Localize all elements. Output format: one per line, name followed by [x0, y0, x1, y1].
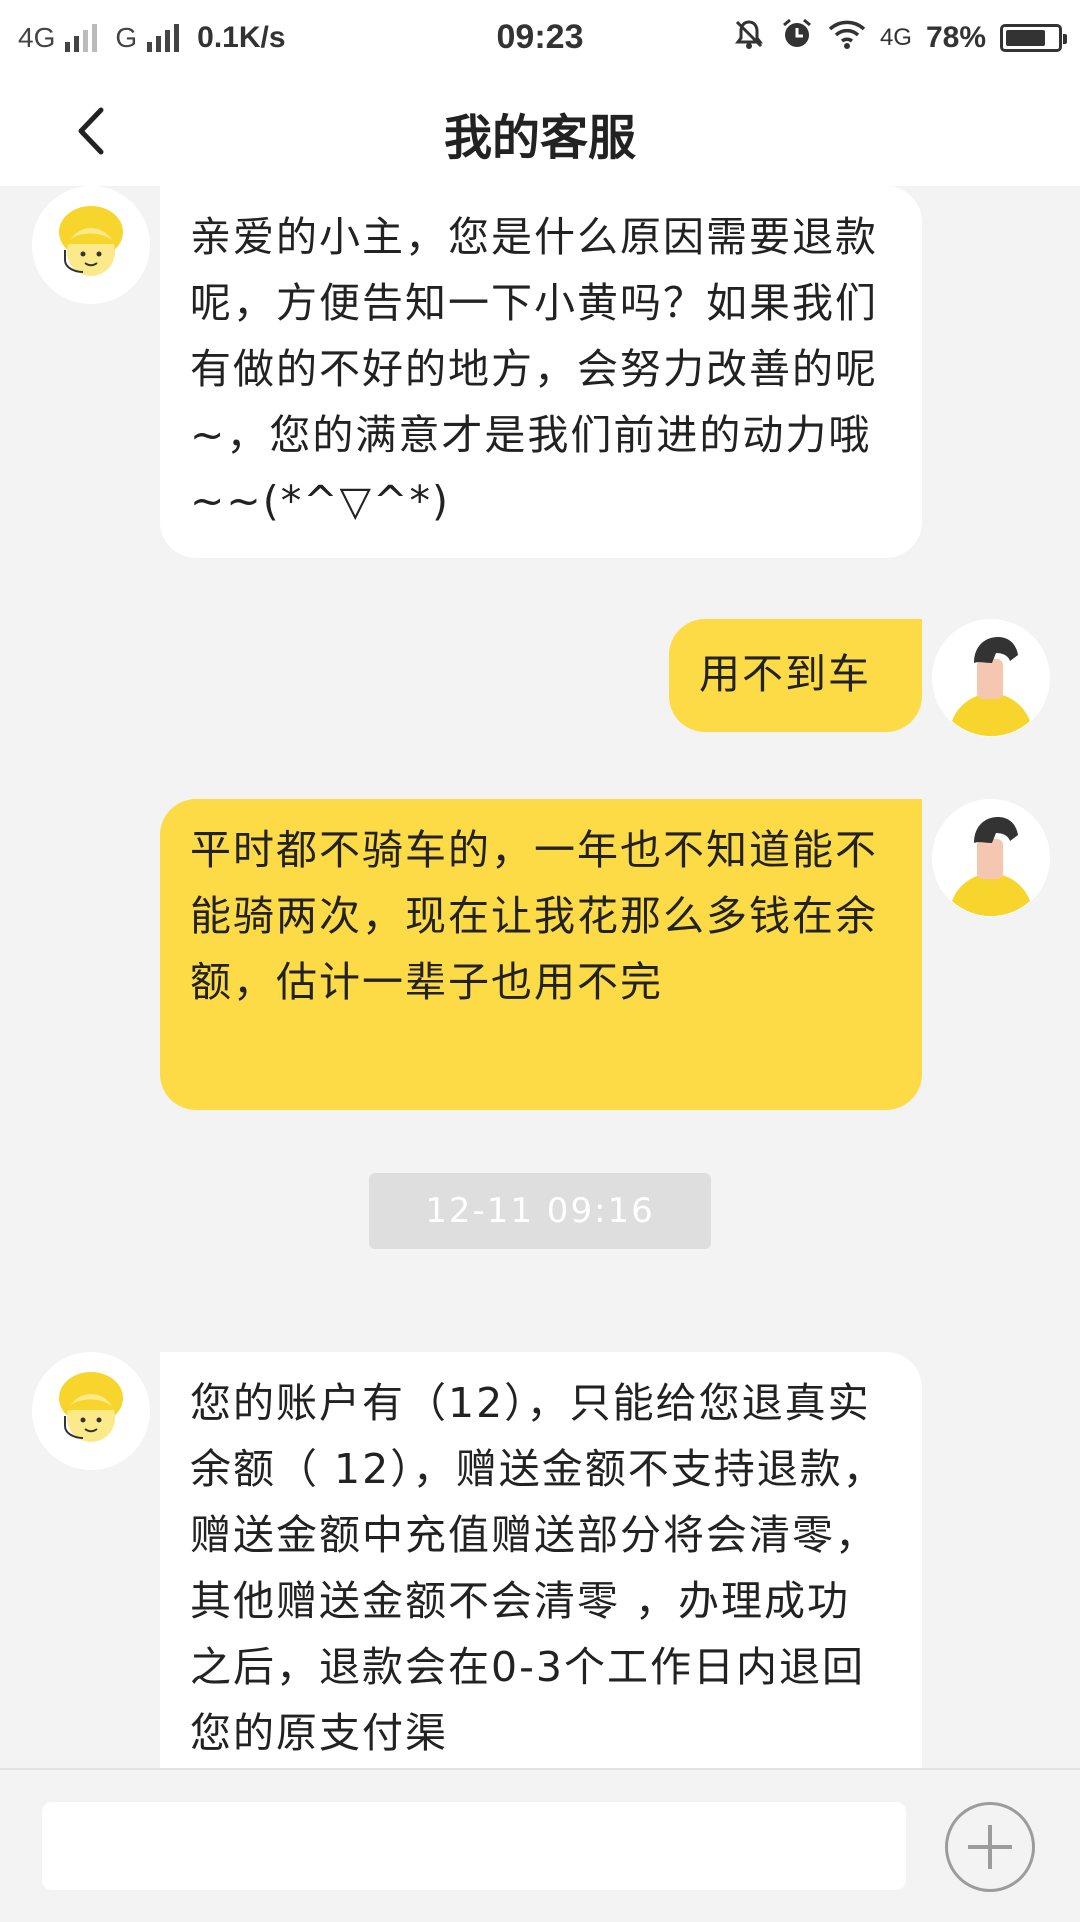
message-text: 亲爱的小主，您是什么原因需要退款呢，方便告知一下小黄吗？如果我们有做的不好的地方…	[190, 213, 878, 525]
alarm-icon	[780, 17, 814, 59]
message-bubble-agent: 您的账户有（12），只能给您退真实余额（ 12），赠送金额不支持退款，赠送金额中…	[160, 1352, 922, 1768]
wifi-icon	[828, 19, 866, 57]
user-avatar-icon[interactable]	[932, 619, 1050, 737]
app-header: 我的客服	[0, 76, 1080, 186]
message-text: 您的账户有（12），只能给您退真实余额（ 12），赠送金额不支持退款，赠送金额中…	[190, 1379, 886, 1757]
message-bubble-user: 平时都不骑车的，一年也不知道能不能骑两次，现在让我花那么多钱在余额，估计一辈子也…	[160, 799, 922, 1110]
message-input[interactable]	[42, 1802, 906, 1890]
battery-icon	[1000, 24, 1067, 52]
chat-message-list[interactable]: 亲爱的小主，您是什么原因需要退款呢，方便告知一下小黄吗？如果我们有做的不好的地方…	[0, 186, 1080, 1768]
battery-percent: 78%	[925, 21, 986, 54]
message-text: 平时都不骑车的，一年也不知道能不能骑两次，现在让我花那么多钱在余额，估计一辈子也…	[190, 826, 878, 1006]
customer-service-avatar-icon[interactable]	[32, 186, 150, 304]
message-timestamp: 12-11 09:16	[369, 1173, 711, 1249]
message-bubble-user: 用不到车	[669, 619, 922, 732]
message-text: 用不到车	[699, 650, 871, 698]
user-avatar-icon[interactable]	[932, 799, 1050, 917]
message-input-bar	[0, 1768, 1080, 1922]
mute-icon	[732, 17, 766, 59]
network-type-3: 4G	[879, 24, 912, 51]
status-right: 4G 78%	[732, 0, 1067, 76]
message-bubble-agent: 亲爱的小主，您是什么原因需要退款呢，方便告知一下小黄吗？如果我们有做的不好的地方…	[160, 186, 922, 558]
status-bar: 4G G 0.1K/s 09:23 4G 78%	[0, 0, 1080, 76]
plus-circle-icon[interactable]	[945, 1802, 1035, 1892]
customer-service-avatar-icon[interactable]	[32, 1352, 150, 1470]
page-title: 我的客服	[443, 110, 636, 166]
battery-fill	[1006, 30, 1045, 46]
